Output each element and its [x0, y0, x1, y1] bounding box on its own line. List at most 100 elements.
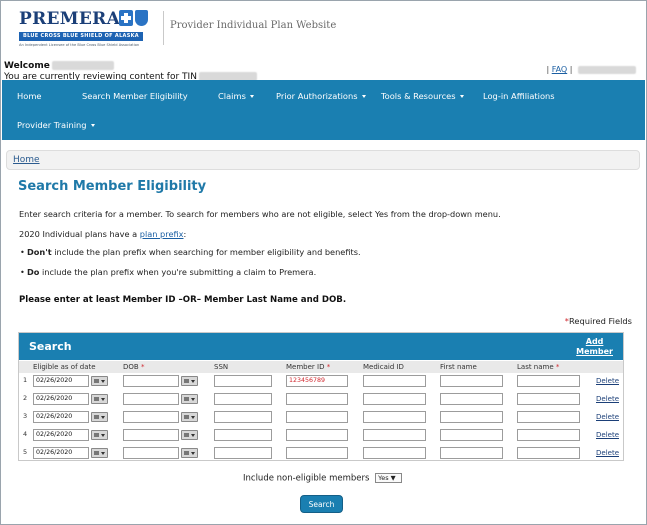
ssn-input[interactable]: [214, 429, 272, 441]
medicaid-id-input[interactable]: [363, 411, 426, 423]
premera-logo[interactable]: PREMERA BLUE CROSS BLUE SHIELD OF ALASKA…: [17, 9, 148, 51]
first-name-input[interactable]: [440, 447, 503, 459]
medicaid-id-input[interactable]: [363, 393, 426, 405]
nav-home[interactable]: Home: [17, 91, 42, 101]
col-label: DOB: [123, 363, 139, 371]
delete-row-link[interactable]: Delete: [596, 395, 619, 403]
calendar-icon[interactable]: [91, 394, 108, 404]
calendar-icon[interactable]: [91, 448, 108, 458]
breadcrumb-home-link[interactable]: Home: [13, 155, 40, 165]
col-label: Last name: [517, 363, 554, 371]
search-row: 3 02/26/2020 Delete: [19, 410, 623, 428]
search-row: 1 02/26/2020 123456789 Delete: [19, 374, 623, 392]
redacted-account-link[interactable]: [578, 65, 636, 74]
calendar-icon[interactable]: [91, 376, 108, 386]
calendar-icon[interactable]: [181, 412, 198, 422]
calendar-icon[interactable]: [181, 376, 198, 386]
member-id-input[interactable]: [286, 393, 348, 405]
nav-label: Home: [17, 91, 42, 101]
dob-input[interactable]: [123, 429, 179, 441]
nav-prior-authorizations[interactable]: Prior Authorizations: [276, 91, 366, 101]
bullet-do: Do include the plan prefix when you're s…: [20, 267, 316, 277]
nav-tools-resources[interactable]: Tools & Resources: [381, 91, 464, 101]
first-name-input[interactable]: [440, 393, 503, 405]
nav-login-affiliations[interactable]: Log-in Affiliations: [483, 91, 555, 101]
ssn-input[interactable]: [214, 393, 272, 405]
intro-text: Enter search criteria for a member. To s…: [19, 209, 501, 219]
nav-provider-training[interactable]: Provider Training: [17, 120, 95, 130]
nav-label: Tools & Resources: [381, 91, 456, 101]
row-number: 4: [23, 430, 28, 438]
medicaid-id-input[interactable]: [363, 429, 426, 441]
dob-input[interactable]: [123, 447, 179, 459]
bullet-dont: Don't include the plan prefix when searc…: [20, 247, 361, 257]
col-member-id: Member ID *: [286, 363, 330, 371]
add-member-link[interactable]: Add Member: [576, 337, 613, 357]
nav-claims[interactable]: Claims: [218, 91, 254, 101]
dob-input[interactable]: [123, 411, 179, 423]
include-label: Include non-eligible members: [243, 473, 370, 484]
plan-line-text: 2020 Individual plans have a: [19, 229, 138, 239]
chevron-down-icon: [459, 95, 464, 98]
calendar-icon[interactable]: [181, 430, 198, 440]
search-requirement: Please enter at least Member ID –OR– Mem…: [19, 295, 347, 305]
ssn-input[interactable]: [214, 411, 272, 423]
plan-prefix-line: 2020 Individual plans have a plan prefix…: [19, 229, 186, 239]
delete-row-link[interactable]: Delete: [596, 431, 619, 439]
first-name-input[interactable]: [440, 429, 503, 441]
delete-row-link[interactable]: Delete: [596, 449, 619, 457]
bullet-text: include the plan prefix when searching f…: [54, 247, 361, 257]
ssn-input[interactable]: [214, 447, 272, 459]
eligible-date-input[interactable]: 02/26/2020: [33, 411, 89, 423]
eligible-date-input[interactable]: 02/26/2020: [33, 393, 89, 405]
col-medicaid-id: Medicaid ID: [363, 363, 404, 371]
calendar-icon[interactable]: [181, 394, 198, 404]
dob-input[interactable]: [123, 375, 179, 387]
eligible-date-input[interactable]: 02/26/2020: [33, 375, 89, 387]
chevron-down-icon: [361, 95, 366, 98]
last-name-input[interactable]: [517, 447, 580, 459]
last-name-input[interactable]: [517, 393, 580, 405]
dob-input[interactable]: [123, 393, 179, 405]
member-id-input[interactable]: [286, 447, 348, 459]
calendar-icon[interactable]: [91, 430, 108, 440]
last-name-input[interactable]: [517, 375, 580, 387]
search-row: 5 02/26/2020 Delete: [19, 446, 623, 464]
blue-shield-icon: [135, 10, 148, 26]
row-number: 1: [23, 376, 28, 384]
medicaid-id-input[interactable]: [363, 375, 426, 387]
bullet-bold: Don't: [27, 247, 52, 257]
nav-search-member-eligibility[interactable]: Search Member Eligibility: [82, 91, 188, 101]
delete-row-link[interactable]: Delete: [596, 377, 619, 385]
add-member-line: Member: [576, 347, 613, 356]
nav-label: Search Member Eligibility: [82, 91, 188, 101]
member-id-input[interactable]: 123456789: [286, 375, 348, 387]
include-non-eligible-select[interactable]: Yes ▼: [375, 473, 403, 483]
member-id-input[interactable]: [286, 429, 348, 441]
ssn-input[interactable]: [214, 375, 272, 387]
delete-row-link[interactable]: Delete: [596, 413, 619, 421]
faq-link[interactable]: FAQ: [552, 65, 568, 74]
nav-label: Log-in Affiliations: [483, 91, 555, 101]
last-name-input[interactable]: [517, 429, 580, 441]
first-name-input[interactable]: [440, 411, 503, 423]
search-row: 2 02/26/2020 Delete: [19, 392, 623, 410]
redacted-user-name: [51, 61, 114, 70]
welcome-greeting: Welcome: [4, 61, 50, 71]
calendar-icon[interactable]: [91, 412, 108, 422]
breadcrumb: Home: [6, 150, 640, 170]
page-title: Search Member Eligibility: [18, 179, 207, 194]
medicaid-id-input[interactable]: [363, 447, 426, 459]
col-eligible-date: Eligible as of date: [33, 363, 96, 371]
search-button[interactable]: Search: [300, 495, 343, 513]
last-name-input[interactable]: [517, 411, 580, 423]
plan-prefix-link[interactable]: plan prefix: [140, 229, 184, 239]
eligible-date-input[interactable]: 02/26/2020: [33, 429, 89, 441]
member-id-input[interactable]: [286, 411, 348, 423]
header-divider: [163, 11, 164, 45]
eligible-date-input[interactable]: 02/26/2020: [33, 447, 89, 459]
first-name-input[interactable]: [440, 375, 503, 387]
include-non-eligible: Include non-eligible members Yes ▼: [243, 473, 403, 484]
calendar-icon[interactable]: [181, 448, 198, 458]
required-star: *: [555, 363, 560, 371]
